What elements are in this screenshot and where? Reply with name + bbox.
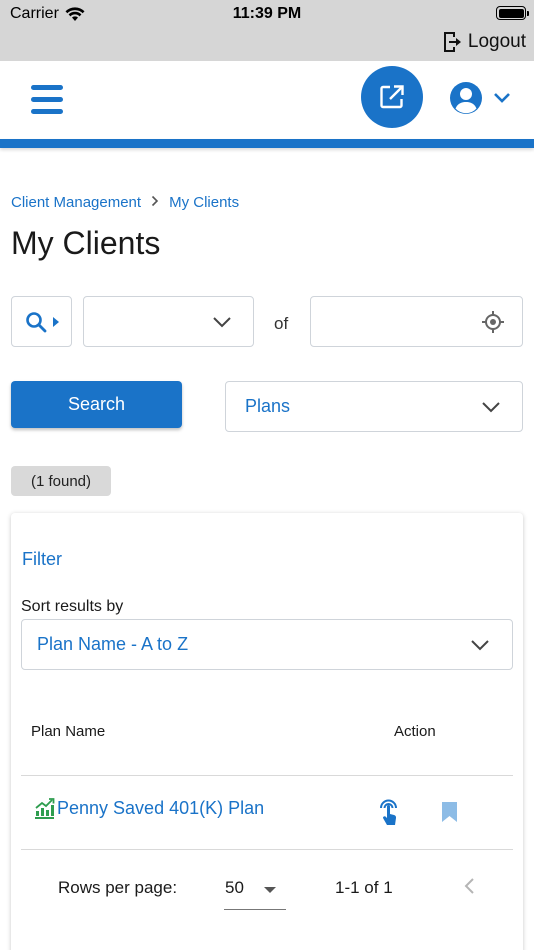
- results-count-badge: (1 found): [11, 466, 111, 496]
- rows-per-page-label: Rows per page:: [58, 878, 178, 897]
- sort-select[interactable]: Plan Name - A to Z: [21, 619, 513, 670]
- chevron-down-icon: [213, 317, 231, 328]
- search-field-select[interactable]: [83, 296, 254, 347]
- table-divider: [21, 775, 513, 776]
- rows-per-page-select[interactable]: 50: [224, 870, 286, 910]
- chevron-left-icon[interactable]: [463, 877, 475, 895]
- search-icon: [25, 311, 46, 332]
- growth-chart-icon: [35, 798, 55, 819]
- profile-menu[interactable]: [449, 81, 511, 115]
- chevron-down-icon: [482, 402, 500, 413]
- touch-icon[interactable]: [377, 797, 401, 827]
- account-circle-icon: [450, 82, 482, 114]
- bookmark-icon[interactable]: [442, 802, 457, 822]
- clock: 11:39 PM: [232, 5, 302, 22]
- sort-select-value: Plan Name - A to Z: [37, 634, 189, 654]
- logout-bar: Logout: [0, 28, 534, 61]
- filter-link[interactable]: Filter: [22, 549, 62, 570]
- of-label: of: [274, 314, 289, 333]
- chevron-down-icon: [471, 640, 489, 651]
- caret-right-icon: [52, 316, 59, 327]
- table-divider: [21, 849, 513, 850]
- external-link-button[interactable]: [361, 66, 423, 128]
- external-link-icon: [380, 85, 404, 109]
- status-bar: Carrier 11:39 PM: [0, 0, 534, 28]
- caret-down-icon: [264, 887, 276, 893]
- logout-label: Logout: [467, 31, 526, 52]
- location-input[interactable]: [310, 296, 523, 347]
- app-header: [0, 61, 534, 139]
- header-accent-bar: [0, 139, 534, 148]
- hamburger-icon[interactable]: [31, 85, 63, 115]
- logout-button[interactable]: Logout: [442, 31, 526, 53]
- breadcrumb: Client Management My Clients: [11, 194, 239, 211]
- rows-per-page-value: 50: [225, 878, 244, 897]
- page-title: My Clients: [11, 225, 161, 261]
- plans-select[interactable]: Plans: [225, 381, 523, 432]
- search-button[interactable]: Search: [11, 381, 182, 428]
- plan-name-label: Penny Saved 401(K) Plan: [57, 798, 265, 818]
- search-type-button[interactable]: [11, 296, 72, 347]
- chevron-right-icon: [151, 195, 159, 210]
- chevron-down-icon: [494, 93, 510, 103]
- plan-name-link[interactable]: Penny Saved 401(K) Plan: [34, 798, 264, 819]
- breadcrumb-my-clients[interactable]: My Clients: [169, 194, 239, 211]
- column-header-action: Action: [394, 723, 436, 740]
- pagination-range: 1-1 of 1: [335, 878, 393, 897]
- plans-select-value: Plans: [245, 396, 291, 416]
- column-header-plan-name: Plan Name: [31, 723, 106, 740]
- crosshair-icon[interactable]: [481, 310, 505, 334]
- results-card: Filter Sort results by Plan Name - A to …: [11, 513, 523, 950]
- breadcrumb-client-management[interactable]: Client Management: [11, 194, 141, 211]
- logout-icon: [443, 32, 461, 52]
- battery-icon: [496, 6, 529, 20]
- sort-label: Sort results by: [21, 598, 124, 615]
